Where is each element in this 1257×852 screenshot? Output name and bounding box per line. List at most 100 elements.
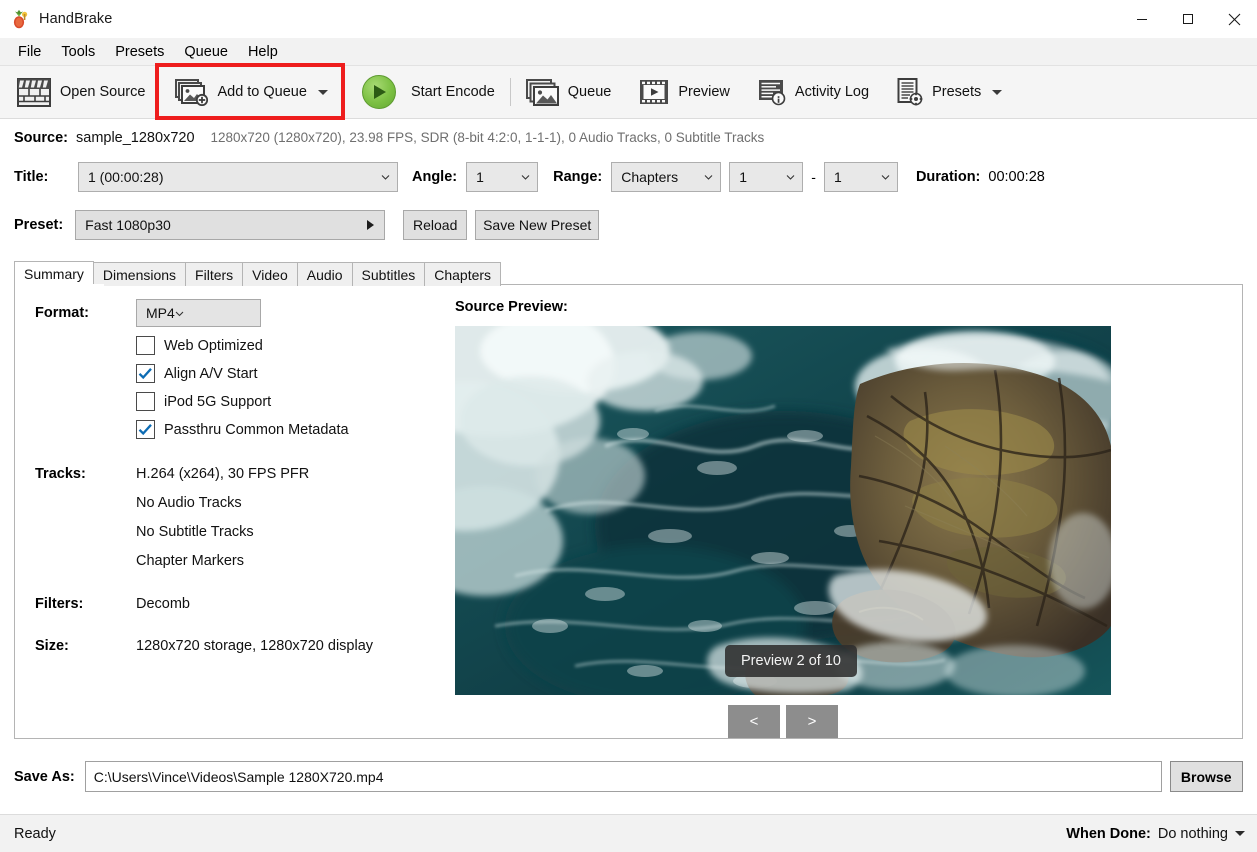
source-label: Source: [14, 130, 68, 146]
window-controls [1119, 0, 1257, 38]
preset-select-value: Fast 1080p30 [85, 217, 171, 233]
title-bar-left: HandBrake [0, 9, 112, 29]
source-name: sample_1280x720 [76, 130, 195, 146]
web-optimized-checkbox-row[interactable]: Web Optimized [136, 336, 445, 355]
film-play-icon [639, 79, 669, 105]
menu-help[interactable]: Help [238, 40, 288, 64]
ipod-5g-support-checkbox-row[interactable]: iPod 5G Support [136, 392, 445, 411]
preview-prev-button[interactable]: < [728, 705, 780, 738]
align-av-start-checkbox[interactable] [136, 364, 155, 383]
range-end-chevron-down-icon [881, 173, 890, 182]
preview-button[interactable]: Preview [630, 70, 739, 115]
title-angle-range-row: Title: 1 (00:00:28) Angle: 1 Range: Chap… [0, 162, 1257, 192]
tab-chapters[interactable]: Chapters [424, 262, 501, 286]
browse-button[interactable]: Browse [1170, 761, 1243, 792]
queue-label: Queue [568, 84, 612, 100]
range-start-select[interactable]: 1 [729, 162, 803, 192]
tracks-video: H.264 (x264), 30 FPS PFR [136, 466, 309, 482]
passthru-common-metadata-checkbox-row[interactable]: Passthru Common Metadata [136, 420, 445, 439]
range-label: Range: [553, 169, 602, 185]
when-done-control[interactable]: When Done: Do nothing [1066, 826, 1245, 842]
preview-counter-badge: Preview 2 of 10 [725, 645, 857, 677]
activity-log-label: Activity Log [795, 84, 869, 100]
range-end-select[interactable]: 1 [824, 162, 898, 192]
presets-gear-icon [897, 78, 923, 106]
tab-summary[interactable]: Summary [14, 261, 94, 286]
tab-video[interactable]: Video [242, 262, 298, 286]
source-row: Source: sample_1280x720 1280x720 (1280x7… [0, 130, 1257, 156]
menu-bar: File Tools Presets Queue Help [0, 38, 1257, 66]
preview-label: Preview [678, 84, 730, 100]
tab-filters[interactable]: Filters [185, 262, 243, 286]
tab-dimensions[interactable]: Dimensions [93, 262, 186, 286]
save-as-row: Save As: C:\Users\Vince\Videos\Sample 12… [0, 760, 1257, 793]
size-value: 1280x720 storage, 1280x720 display [136, 638, 373, 654]
ipod-5g-support-checkbox[interactable] [136, 392, 155, 411]
ipod-5g-support-label: iPod 5G Support [164, 394, 271, 410]
format-select[interactable]: MP4 [136, 299, 261, 327]
title-select[interactable]: 1 (00:00:28) [78, 162, 398, 192]
save-as-label: Save As: [14, 769, 75, 785]
duration-value: 00:00:28 [988, 169, 1044, 185]
menu-tools[interactable]: Tools [51, 40, 105, 64]
duration-label: Duration: [916, 169, 980, 185]
title-chevron-down-icon [381, 173, 390, 182]
maximize-icon[interactable] [1165, 0, 1211, 38]
window-title: HandBrake [39, 11, 112, 27]
status-text: Ready [14, 826, 56, 842]
reload-button[interactable]: Reload [403, 210, 467, 240]
presets-toolbar-button[interactable]: Presets [888, 70, 1011, 115]
range-dash: - [811, 169, 816, 185]
clapperboard-icon [17, 78, 51, 107]
save-as-path-value: C:\Users\Vince\Videos\Sample 1280X720.mp… [94, 769, 384, 785]
preview-next-button[interactable]: > [786, 705, 838, 738]
menu-file[interactable]: File [8, 40, 51, 64]
filters-block: Filters: Decomb [35, 596, 445, 612]
angle-label: Angle: [412, 169, 457, 185]
title-select-value: 1 (00:00:28) [88, 169, 164, 185]
activity-log-icon [758, 79, 786, 106]
passthru-common-metadata-label: Passthru Common Metadata [164, 422, 349, 438]
open-source-button[interactable]: Open Source [8, 70, 154, 115]
when-done-value: Do nothing [1158, 826, 1228, 842]
range-type-value: Chapters [621, 169, 678, 185]
add-to-queue-icon [175, 79, 208, 106]
menu-presets[interactable]: Presets [105, 40, 174, 64]
source-preview-image[interactable]: Preview 2 of 10 [455, 326, 1111, 695]
play-icon [362, 75, 396, 109]
toolbar-divider [510, 78, 511, 106]
start-encode-button[interactable]: Start Encode [353, 70, 504, 115]
when-done-chevron-down-icon[interactable] [1235, 831, 1245, 836]
save-as-path-input[interactable]: C:\Users\Vince\Videos\Sample 1280X720.mp… [85, 761, 1162, 792]
presets-chevron-down-icon[interactable] [992, 90, 1002, 95]
summary-left-column: Format: MP4 Web Optimized Ali [35, 299, 445, 654]
title-bar: HandBrake [0, 0, 1257, 38]
web-optimized-checkbox[interactable] [136, 336, 155, 355]
angle-select[interactable]: 1 [466, 162, 538, 192]
align-av-start-label: Align A/V Start [164, 366, 258, 382]
format-label: Format: [35, 299, 136, 321]
range-start-value: 1 [739, 169, 747, 185]
minimize-icon[interactable] [1119, 0, 1165, 38]
range-type-select[interactable]: Chapters [611, 162, 721, 192]
save-new-preset-button[interactable]: Save New Preset [475, 210, 599, 240]
angle-select-value: 1 [476, 169, 484, 185]
tab-strip: Summary Dimensions Filters Video Audio S… [14, 261, 500, 286]
queue-button[interactable]: Queue [517, 70, 621, 115]
add-to-queue-button[interactable]: Add to Queue [166, 70, 337, 115]
tracks-subtitle: No Subtitle Tracks [136, 524, 309, 540]
title-label: Title: [14, 169, 78, 185]
menu-queue[interactable]: Queue [174, 40, 238, 64]
add-to-queue-chevron-down-icon[interactable] [318, 90, 328, 95]
activity-log-button[interactable]: Activity Log [749, 70, 878, 115]
tab-subtitles[interactable]: Subtitles [352, 262, 426, 286]
preset-select[interactable]: Fast 1080p30 [75, 210, 385, 240]
format-chevron-down-icon [175, 309, 184, 318]
tracks-audio: No Audio Tracks [136, 495, 309, 511]
presets-toolbar-label: Presets [932, 84, 981, 100]
passthru-common-metadata-checkbox[interactable] [136, 420, 155, 439]
tab-audio[interactable]: Audio [297, 262, 353, 286]
align-av-start-checkbox-row[interactable]: Align A/V Start [136, 364, 445, 383]
start-encode-label: Start Encode [411, 84, 495, 100]
close-icon[interactable] [1211, 0, 1257, 38]
